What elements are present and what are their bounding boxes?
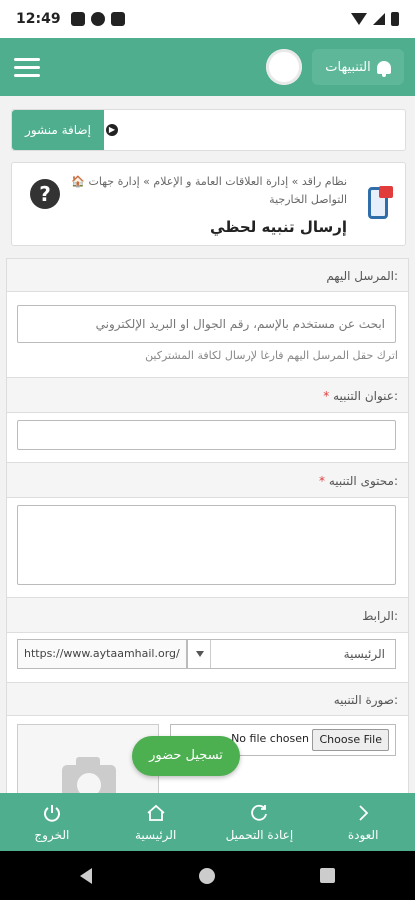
recipients-hint: اترك حقل المرسل اليهم فارغا لإرسال لكافة…	[145, 349, 398, 362]
back-button[interactable]: العودة	[311, 793, 415, 851]
wifi-icon	[351, 13, 367, 25]
breadcrumb-card: ? 🏠 نظام راقد » إدارة العلاقات العامة و …	[11, 162, 406, 246]
system-back-icon[interactable]	[80, 868, 92, 884]
reload-icon	[248, 802, 270, 824]
help-icon[interactable]: ?	[30, 179, 60, 209]
reload-button[interactable]: إعادة التحميل	[208, 793, 312, 851]
camera-icon	[62, 757, 116, 793]
page-title: إرسال تنبيه لحظي	[210, 218, 347, 236]
power-icon	[41, 802, 63, 824]
bell-icon	[376, 60, 391, 77]
notifications-label: التنبيهات	[325, 59, 371, 75]
status-bar: 12:49	[0, 0, 415, 38]
system-nav-bar	[0, 851, 415, 900]
chevron-right-icon	[352, 802, 374, 824]
signal-icon	[373, 13, 385, 25]
notifications-button[interactable]: التنبيهات	[312, 49, 404, 85]
title-label: * عنوان التنبيه:	[7, 377, 408, 413]
no-file-label: No file chosen	[231, 732, 309, 745]
link-select[interactable]: الرئيسية	[187, 639, 396, 669]
back-label: العودة	[347, 828, 379, 842]
bottom-nav: الخروج الرئيسية إعادة التحميل العودة	[0, 793, 415, 851]
logout-label: الخروج	[34, 828, 70, 842]
add-post-bar: إضافة منشور ▶	[11, 109, 406, 151]
avatar[interactable]	[266, 49, 302, 85]
home-label: الرئيسية	[134, 828, 177, 842]
choose-file-button[interactable]: Choose File	[312, 729, 389, 751]
link-select-value: الرئيسية	[343, 647, 385, 661]
add-post-button[interactable]: إضافة منشور	[12, 110, 104, 150]
status-time: 12:49	[16, 11, 61, 27]
recipients-search-input[interactable]: ابحث عن مستخدم بالإسم، رقم الجوال او الب…	[17, 305, 396, 343]
gear-status-icon	[70, 12, 85, 26]
logout-button[interactable]: الخروج	[0, 793, 104, 851]
attendance-button[interactable]: تسجيل حضور	[132, 736, 240, 776]
mobile-notification-icon	[368, 186, 393, 219]
system-home-icon[interactable]	[199, 868, 215, 884]
battery-icon	[391, 12, 399, 26]
app-header: التنبيهات	[0, 38, 415, 96]
system-recents-icon[interactable]	[320, 868, 335, 883]
sim-card-icon	[110, 12, 125, 26]
home-icon	[145, 802, 167, 824]
recipients-label: المرسل اليهم:	[7, 259, 408, 292]
notification-form: المرسل اليهم: ابحث عن مستخدم بالإسم، رقم…	[6, 258, 409, 794]
link-label: الرابط:	[7, 597, 408, 633]
breadcrumb[interactable]: 🏠 نظام راقد » إدارة العلاقات العامة و ال…	[71, 175, 347, 188]
content-label: * محتوى التنبيه:	[7, 462, 408, 498]
breadcrumb-continued[interactable]: التواصل الخارجية	[269, 193, 347, 206]
menu-icon[interactable]	[14, 57, 40, 77]
image-label: صورة التنبيه:	[7, 682, 408, 716]
home-button[interactable]: الرئيسية	[104, 793, 208, 851]
arrow-circle-icon: ▶	[106, 124, 118, 136]
title-input[interactable]	[17, 420, 396, 450]
content-textarea[interactable]	[17, 505, 396, 585]
chevron-down-icon	[196, 651, 204, 657]
app-status-icon	[90, 12, 105, 26]
reload-label: إعادة التحميل	[225, 828, 294, 842]
link-url-display: https://www.aytaamhail.org/	[17, 639, 187, 669]
